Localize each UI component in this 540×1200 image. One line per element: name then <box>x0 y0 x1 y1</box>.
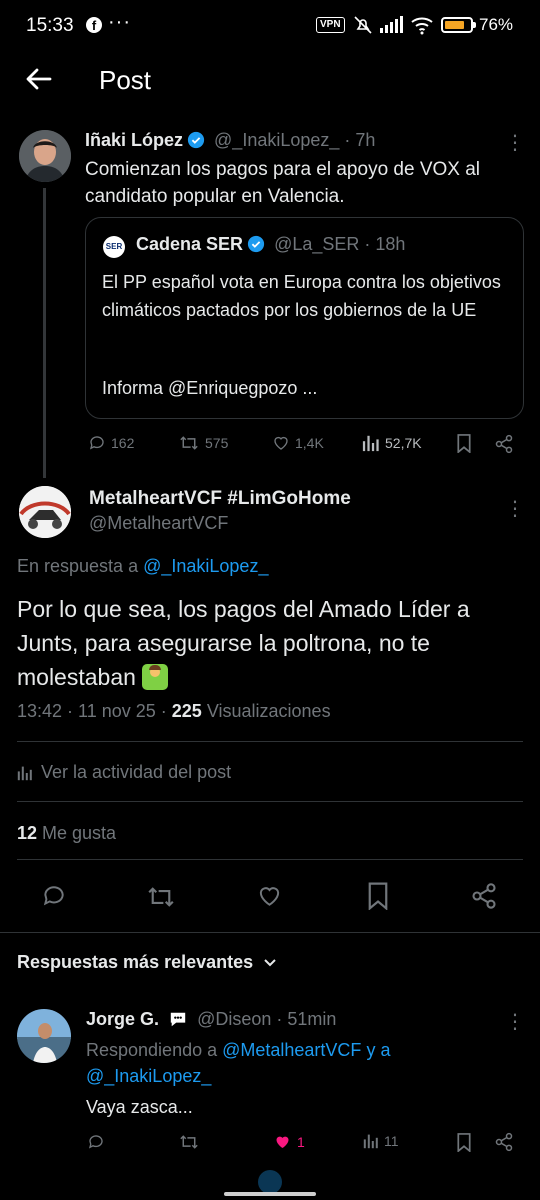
more-options-icon[interactable]: ⋮ <box>505 496 525 521</box>
reply-action[interactable]: 162 <box>88 434 134 452</box>
quoted-post-card[interactable]: SER Cadena SER @La_SER · 18h El PP españ… <box>85 217 524 419</box>
main-author-name[interactable]: MetalheartVCF #LimGoHome <box>89 488 351 510</box>
quote-handle-time: @La_SER · 18h <box>274 234 406 254</box>
reply-icon[interactable] <box>87 1133 105 1151</box>
quote-header: Cadena SER @La_SER · 18h <box>136 234 405 255</box>
reply-context: En respuesta a @_InakiLopez_ <box>17 556 268 577</box>
quote-informa: Informa @Enriquegpozo ... <box>102 378 318 398</box>
views-action[interactable]: 52,7K <box>362 434 422 452</box>
responding-handle-1[interactable]: @MetalheartVCF <box>222 1040 361 1060</box>
bookmark-icon[interactable] <box>367 882 389 910</box>
chevron-down-icon <box>264 958 276 966</box>
more-options-icon[interactable]: ⋮ <box>505 130 525 155</box>
share-icon[interactable] <box>494 434 514 454</box>
heart-icon[interactable] <box>256 883 283 909</box>
bookmark-icon[interactable] <box>456 1133 472 1152</box>
divider <box>0 932 540 933</box>
reply-handle-time: @Diseon · 51min <box>197 1009 337 1029</box>
views-count: 52,7K <box>385 435 422 451</box>
retweet-icon[interactable] <box>178 1133 200 1151</box>
activity-icon <box>17 766 32 780</box>
responding-and: y a <box>361 1040 391 1060</box>
share-icon[interactable] <box>494 1132 514 1152</box>
reply-context-prefix: En respuesta a <box>17 556 144 576</box>
like-action[interactable]: 1,4K <box>272 434 324 452</box>
view-activity-link[interactable]: Ver la actividad del post <box>17 762 231 783</box>
responding-prefix: Respondiendo a <box>86 1040 223 1060</box>
main-post-text: Por lo que sea, los pagos del Amado Líde… <box>17 596 470 690</box>
more-notifications-icon: ··· <box>108 11 131 33</box>
author-name[interactable]: Iñaki López <box>85 130 183 150</box>
author-handle-time: @_InakiLopez_ · 7h <box>214 130 376 150</box>
views-icon <box>363 1134 378 1149</box>
wifi-icon <box>411 17 433 35</box>
battery-icon <box>441 17 476 33</box>
signal-icon <box>380 16 403 33</box>
more-options-icon[interactable]: ⋮ <box>505 1009 525 1034</box>
shrug-emoji-icon <box>142 664 169 690</box>
main-author-handle[interactable]: @MetalheartVCF <box>89 513 228 534</box>
responding-handle-2[interactable]: @_InakiLopez_ <box>86 1066 211 1086</box>
main-post-body: Por lo que sea, los pagos del Amado Líde… <box>17 592 517 694</box>
views-icon <box>362 435 379 452</box>
post-time-date: 13:42 · 11 nov 25 · <box>17 701 172 721</box>
heart-filled-icon <box>276 1136 289 1148</box>
reply-icon <box>89 436 104 450</box>
status-time: 15:33 <box>26 15 74 36</box>
page-title: Post <box>99 65 152 95</box>
reply-author-name[interactable]: Jorge G. <box>86 1009 159 1029</box>
avatar-jorge[interactable] <box>17 1009 71 1063</box>
replies-sort-selector[interactable]: Respuestas más relevantes <box>17 952 277 973</box>
divider <box>17 801 523 802</box>
bookmark-icon[interactable] <box>456 434 472 453</box>
verified-badge-icon <box>247 235 265 253</box>
replies-sort-label: Respuestas más relevantes <box>17 952 254 972</box>
post-views-count: 225 <box>171 701 202 721</box>
heart-icon <box>274 436 288 450</box>
vpn-icon: VPN <box>316 17 345 33</box>
reply-header: Jorge G. @Diseon · 51min <box>86 1009 336 1030</box>
reply-context-handle[interactable]: @_InakiLopez_ <box>143 556 268 576</box>
status-bar: 15:33 f ··· VPN 76% <box>0 0 540 52</box>
likes-summary[interactable]: 12 Me gusta <box>17 823 116 844</box>
facebook-icon: f <box>86 17 102 33</box>
parent-post-text: Comienzan los pagos para el apoyo de VOX… <box>85 159 481 207</box>
post-views-label: Visualizaciones <box>201 701 331 721</box>
retweet-icon[interactable] <box>145 884 177 910</box>
retweet-icon <box>180 436 198 450</box>
divider <box>17 741 523 742</box>
like-count: 1,4K <box>295 435 324 451</box>
avatar-inaki[interactable] <box>19 130 71 182</box>
floating-button-peek <box>258 1170 282 1194</box>
battery-percent: 76% <box>479 15 514 34</box>
reply-count: 162 <box>111 435 135 451</box>
divider <box>17 859 523 860</box>
cadena-ser-logo: SER <box>103 236 125 258</box>
reply-icon[interactable] <box>41 883 67 909</box>
retweet-count: 575 <box>205 435 229 451</box>
parent-post-header: Iñaki López @_InakiLopez_ · 7h <box>85 130 375 151</box>
reply-views-count: 11 <box>384 1133 399 1149</box>
thread-line <box>43 188 46 478</box>
share-icon[interactable] <box>470 882 498 910</box>
view-activity-label: Ver la actividad del post <box>41 762 232 782</box>
likes-count: 12 <box>17 823 38 843</box>
reply-responding-to: Respondiendo a @MetalheartVCF y a @_Inak… <box>86 1037 526 1089</box>
reply-text: Vaya zasca... <box>86 1097 193 1117</box>
reply-like-action[interactable]: 1 <box>273 1133 305 1151</box>
avatar-metalheart[interactable] <box>19 486 71 538</box>
retweet-action[interactable]: 575 <box>178 434 228 452</box>
quote-text: El PP español vota en Europa contra los … <box>102 272 501 320</box>
reply-like-count: 1 <box>297 1134 305 1150</box>
quote-author-name: Cadena SER <box>136 234 244 254</box>
top-app-bar: Post <box>0 52 540 108</box>
reply-views-action[interactable]: 11 <box>363 1133 399 1149</box>
post-meta: 13:42 · 11 nov 25 · 225 Visualizaciones <box>17 701 331 722</box>
likes-label: Me gusta <box>37 823 117 843</box>
mute-icon <box>354 16 372 34</box>
speech-bubble-icon <box>170 1012 186 1027</box>
gesture-navigation-bar[interactable] <box>224 1192 316 1196</box>
verified-badge-icon <box>187 131 205 149</box>
back-arrow-icon[interactable] <box>24 64 54 94</box>
